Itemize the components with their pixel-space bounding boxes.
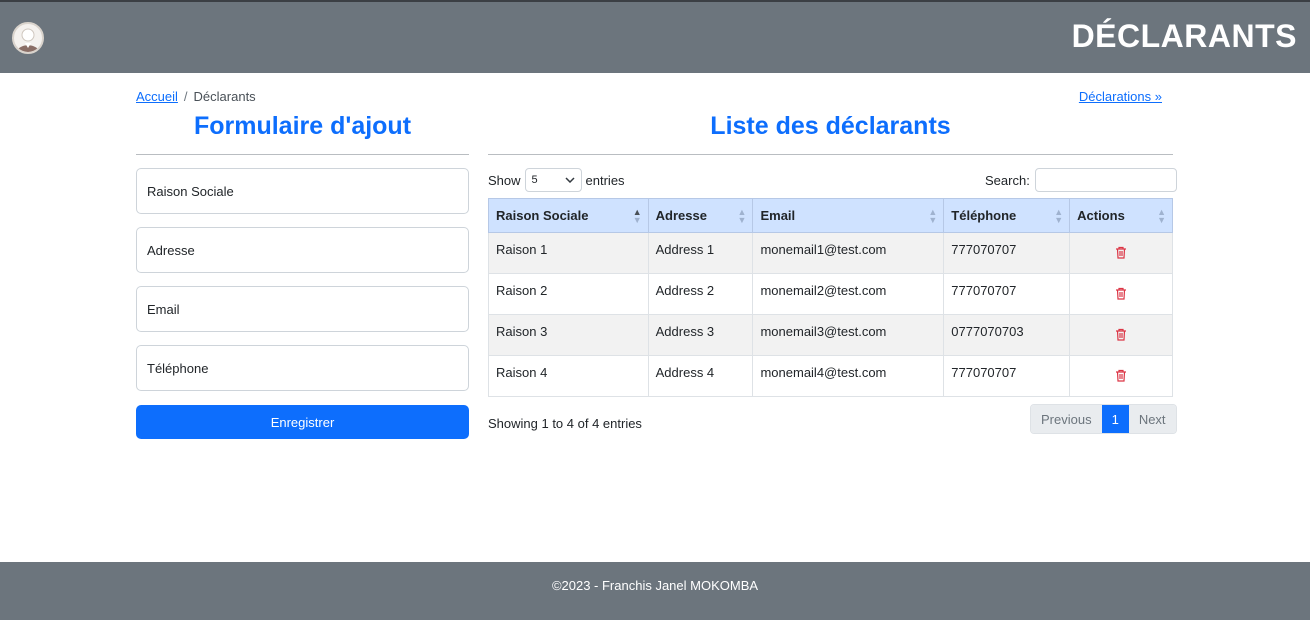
cell-actions bbox=[1069, 232, 1173, 274]
table-header-row: Raison Sociale ▲ ▼ Adresse ▲ ▼ Email ▲ ▼ Télép… bbox=[488, 198, 1173, 233]
search-input[interactable] bbox=[1034, 168, 1177, 192]
table-row: Raison 3 Address 3 monemail3@test.com 07… bbox=[488, 314, 1173, 356]
cell-email: monemail2@test.com bbox=[752, 273, 945, 315]
sort-icon: ▲ ▼ bbox=[1157, 207, 1166, 225]
cell-raison: Raison 1 bbox=[488, 232, 649, 274]
column-label: Raison Sociale bbox=[496, 208, 589, 223]
cell-adresse: Address 1 bbox=[647, 232, 754, 274]
trash-icon[interactable] bbox=[1115, 287, 1127, 303]
telephone-input[interactable] bbox=[136, 345, 469, 391]
entries-per-page-value: 5 bbox=[531, 174, 538, 186]
column-label: Email bbox=[760, 208, 796, 223]
top-navbar: DÉCLARANTS bbox=[0, 0, 1310, 73]
cell-adresse: Address 3 bbox=[647, 314, 754, 356]
pagination: Previous 1 Next bbox=[1030, 404, 1177, 434]
footer: ©2023 - Franchis Janel MOKOMBA bbox=[0, 562, 1310, 620]
raison-sociale-input[interactable] bbox=[136, 168, 469, 214]
form-title: Formulaire d'ajout bbox=[193, 112, 412, 140]
cell-email: monemail3@test.com bbox=[752, 314, 945, 356]
breadcrumb-separator: / bbox=[183, 89, 188, 104]
entries-label: entries bbox=[585, 172, 625, 188]
trash-icon[interactable] bbox=[1115, 328, 1127, 344]
declarations-link[interactable]: Déclarations » bbox=[1079, 89, 1162, 104]
chevron-down-icon bbox=[565, 177, 575, 183]
cell-email: monemail1@test.com bbox=[752, 232, 945, 274]
page-1-button[interactable]: 1 bbox=[1101, 405, 1129, 433]
sort-icon: ▲ ▼ bbox=[928, 207, 938, 225]
email-input[interactable] bbox=[136, 286, 469, 332]
cell-email: monemail4@test.com bbox=[752, 355, 945, 397]
column-header-raison-sociale[interactable]: Raison Sociale ▲ ▼ bbox=[488, 198, 649, 233]
table-search: Search: bbox=[985, 168, 1177, 192]
cell-actions bbox=[1069, 355, 1173, 397]
sort-icon: ▲ ▼ bbox=[737, 207, 747, 225]
column-label: Actions bbox=[1077, 208, 1125, 223]
column-header-telephone[interactable]: Téléphone ▲ ▼ bbox=[943, 198, 1071, 233]
breadcrumb-home-link[interactable]: Accueil bbox=[136, 89, 178, 104]
declarants-table: Raison Sociale ▲ ▼ Adresse ▲ ▼ Email ▲ ▼ Télép… bbox=[488, 198, 1173, 397]
breadcrumb-current: Déclarants bbox=[193, 89, 256, 104]
cell-adresse: Address 4 bbox=[647, 355, 754, 397]
cell-telephone: 777070707 bbox=[943, 355, 1071, 397]
entries-per-page-select[interactable]: 5 bbox=[524, 168, 582, 192]
cell-actions bbox=[1069, 273, 1173, 315]
entries-length-control: Show 5 entries bbox=[488, 168, 625, 192]
cell-raison: Raison 3 bbox=[488, 314, 649, 356]
cell-adresse: Address 2 bbox=[647, 273, 754, 315]
previous-page-button[interactable]: Previous bbox=[1031, 405, 1102, 433]
column-header-email[interactable]: Email ▲ ▼ bbox=[752, 198, 945, 233]
form-divider bbox=[136, 154, 469, 155]
column-header-actions[interactable]: Actions ▲ ▼ bbox=[1069, 198, 1173, 233]
cell-telephone: 777070707 bbox=[943, 273, 1071, 315]
sort-icon: ▲ ▼ bbox=[632, 207, 642, 225]
save-button[interactable]: Enregistrer bbox=[136, 405, 469, 439]
column-header-adresse[interactable]: Adresse ▲ ▼ bbox=[647, 198, 754, 233]
list-title: Liste des déclarants bbox=[710, 112, 951, 140]
cell-telephone: 777070707 bbox=[943, 232, 1071, 274]
page-title: DÉCLARANTS bbox=[1071, 18, 1297, 54]
user-avatar[interactable] bbox=[12, 22, 44, 54]
table-row: Raison 2 Address 2 monemail2@test.com 77… bbox=[488, 273, 1173, 315]
cell-raison: Raison 2 bbox=[488, 273, 649, 315]
sort-icon: ▲ ▼ bbox=[1054, 207, 1064, 225]
cell-raison: Raison 4 bbox=[488, 355, 649, 397]
breadcrumb: Accueil / Déclarants bbox=[136, 89, 256, 104]
cell-telephone: 0777070703 bbox=[943, 314, 1071, 356]
user-avatar-icon bbox=[17, 28, 39, 52]
next-page-button[interactable]: Next bbox=[1128, 405, 1176, 433]
column-label: Adresse bbox=[655, 208, 707, 223]
search-label: Search: bbox=[985, 172, 1030, 188]
footer-text: ©2023 - Franchis Janel MOKOMBA bbox=[551, 578, 759, 593]
show-label: Show bbox=[488, 172, 521, 188]
table-info: Showing 1 to 4 of 4 entries bbox=[488, 416, 642, 431]
table-row: Raison 4 Address 4 monemail4@test.com 77… bbox=[488, 355, 1173, 397]
adresse-input[interactable] bbox=[136, 227, 469, 273]
trash-icon[interactable] bbox=[1115, 369, 1127, 385]
table-row: Raison 1 Address 1 monemail1@test.com 77… bbox=[488, 232, 1173, 274]
column-label: Téléphone bbox=[951, 208, 1017, 223]
trash-icon[interactable] bbox=[1115, 246, 1127, 262]
cell-actions bbox=[1069, 314, 1173, 356]
list-divider bbox=[488, 154, 1173, 155]
